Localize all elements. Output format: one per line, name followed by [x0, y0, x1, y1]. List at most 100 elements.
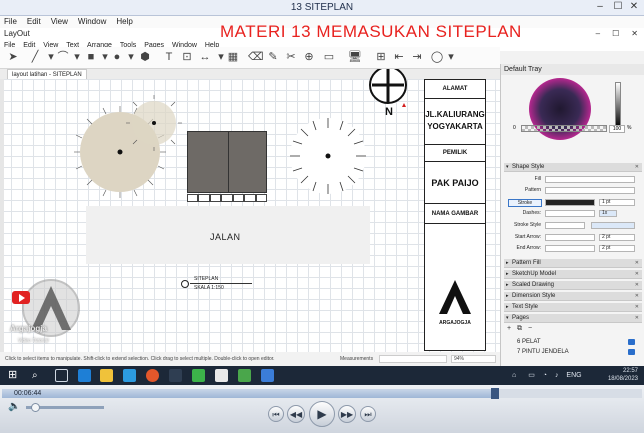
- play-button[interactable]: ▶: [309, 401, 335, 427]
- player-menu-help[interactable]: Help: [116, 16, 132, 28]
- store-icon[interactable]: [123, 369, 136, 382]
- screen-tool-icon[interactable]: 🖥: [348, 50, 362, 64]
- line-tool-icon[interactable]: ╱: [28, 50, 42, 64]
- table-tool-icon[interactable]: ▦: [226, 50, 240, 64]
- measurements-field[interactable]: [379, 355, 447, 363]
- page-item[interactable]: 6 PELAT: [503, 337, 641, 347]
- fast-forward-button[interactable]: ▶▶: [338, 405, 356, 423]
- next-page-icon[interactable]: ⇥: [410, 50, 424, 64]
- app-maximize-icon[interactable]: ☐: [612, 29, 619, 38]
- circle-dropdown-icon[interactable]: ▾: [124, 50, 138, 64]
- language-indicator[interactable]: ENG: [566, 372, 581, 379]
- end-arrow-select[interactable]: [545, 245, 595, 252]
- account-dropdown-icon[interactable]: ▾: [444, 50, 458, 64]
- section-text-style[interactable]: ▸ Text Style ✕: [504, 303, 642, 312]
- erase-tool-icon[interactable]: ⌫: [248, 50, 264, 64]
- opacity-slider[interactable]: [521, 125, 607, 132]
- style-tool-icon[interactable]: ✎: [266, 50, 280, 64]
- seek-handle[interactable]: [490, 388, 499, 399]
- network-icon[interactable]: ⌂: [512, 372, 516, 379]
- circle-tool-icon[interactable]: ●: [110, 50, 124, 64]
- clock[interactable]: 22:57 18/08/2023: [608, 367, 638, 383]
- start-arrow-select[interactable]: [545, 234, 595, 241]
- volume-icon[interactable]: ♪: [555, 372, 559, 379]
- stroke-width-select[interactable]: 1 pt: [599, 199, 635, 206]
- edge-icon[interactable]: [78, 369, 91, 382]
- dashes-select[interactable]: [545, 210, 595, 217]
- zoom-select[interactable]: 94%: [451, 355, 496, 363]
- account-icon[interactable]: ◯: [430, 50, 444, 64]
- page-visibility-icon[interactable]: [628, 339, 635, 345]
- previous-page-icon[interactable]: ⇤: [392, 50, 406, 64]
- select-tool-icon[interactable]: ➤: [6, 50, 20, 64]
- volume-icon[interactable]: 🔈: [8, 401, 20, 412]
- task-view-icon[interactable]: [55, 369, 68, 382]
- brightness-slider[interactable]: [615, 82, 621, 128]
- close-icon[interactable]: ✕: [626, 1, 642, 14]
- text-tool-icon[interactable]: T: [162, 50, 176, 64]
- player-menu-view[interactable]: View: [51, 16, 68, 28]
- camtasia-icon[interactable]: [192, 369, 205, 382]
- player-taskbar-icon[interactable]: [261, 369, 274, 382]
- rectangle-tool-icon[interactable]: ■: [84, 50, 98, 64]
- volume-slider[interactable]: [26, 403, 104, 412]
- dashes-label: Dashes:: [522, 210, 541, 216]
- add-page-icon[interactable]: +: [507, 325, 511, 332]
- seek-bar[interactable]: 00:06:44: [2, 388, 642, 399]
- alamat-label: ALAMAT: [425, 80, 485, 99]
- document-tab[interactable]: layout latihan - SITEPLAN: [7, 69, 87, 79]
- start-arrow-size-select[interactable]: 2 pt: [599, 234, 635, 241]
- end-arrow-label: End Arrow:: [516, 245, 541, 251]
- search-icon[interactable]: ⌕: [32, 369, 45, 382]
- cap-style-buttons[interactable]: [545, 222, 585, 229]
- section-shape-style[interactable]: ▾ Shape Style ✕: [504, 163, 642, 172]
- fill-swatch[interactable]: [545, 176, 635, 183]
- firefox-icon[interactable]: [146, 369, 159, 382]
- player-menu-file[interactable]: File: [4, 16, 17, 28]
- section-dimension-style[interactable]: ▸ Dimension Style ✕: [504, 292, 642, 301]
- minimize-icon[interactable]: –: [592, 1, 608, 14]
- delete-page-icon[interactable]: −: [528, 325, 532, 332]
- dimension-tool-icon[interactable]: ↔: [198, 50, 212, 64]
- stroke-swatch[interactable]: [545, 199, 595, 206]
- app-minimize-icon[interactable]: –: [596, 29, 600, 38]
- add-page-icon[interactable]: ⊞: [374, 50, 388, 64]
- join-style-buttons[interactable]: [591, 222, 635, 229]
- page-visibility-icon[interactable]: [628, 349, 635, 355]
- section-pages[interactable]: ▾ Pages ✕: [504, 314, 642, 323]
- battery-icon[interactable]: ▭: [528, 372, 535, 379]
- layout-icon[interactable]: [215, 369, 228, 382]
- polygon-tool-icon[interactable]: ⬢: [138, 50, 152, 64]
- opacity-input[interactable]: 100: [609, 125, 625, 133]
- player-menu-window[interactable]: Window: [78, 16, 106, 28]
- maximize-icon[interactable]: ☐: [610, 1, 626, 14]
- opacity-row: 0 100 %: [513, 125, 633, 133]
- recorder-icon[interactable]: [238, 369, 251, 382]
- skip-back-button[interactable]: ⏮: [268, 406, 284, 422]
- skip-forward-button[interactable]: ⏭: [360, 406, 376, 422]
- label-tool-icon[interactable]: ⊡: [180, 50, 194, 64]
- app-close-icon[interactable]: ✕: [631, 29, 638, 38]
- pattern-swatch[interactable]: [545, 187, 635, 194]
- rewind-button[interactable]: ◀◀: [287, 405, 305, 423]
- mail-icon[interactable]: [169, 369, 182, 382]
- windows-start-icon[interactable]: ⊞: [8, 369, 21, 382]
- arc-dropdown-icon[interactable]: ▾: [70, 50, 84, 64]
- wifi-icon[interactable]: ◔: [543, 372, 547, 379]
- page-item[interactable]: 7 PINTU JENDELA: [503, 347, 641, 357]
- section-sketchup-model[interactable]: ▸ SketchUp Model ✕: [504, 270, 642, 279]
- section-pattern-fill[interactable]: ▸ Pattern Fill ✕: [504, 259, 642, 268]
- volume-knob[interactable]: [31, 403, 41, 412]
- pattern-row: Pattern: [505, 186, 641, 195]
- dashes-scale-select[interactable]: 1x: [599, 210, 617, 217]
- end-arrow-size-select[interactable]: 2 pt: [599, 245, 635, 252]
- stroke-button[interactable]: Stroke: [508, 199, 542, 207]
- file-explorer-icon[interactable]: [100, 369, 113, 382]
- arc-tool-icon[interactable]: ⌒: [56, 50, 70, 64]
- presentation-icon[interactable]: ▭: [322, 50, 336, 64]
- join-tool-icon[interactable]: ⊕: [302, 50, 316, 64]
- player-menu-edit[interactable]: Edit: [27, 16, 41, 28]
- duplicate-page-icon[interactable]: ⧉: [517, 325, 522, 332]
- split-tool-icon[interactable]: ✂: [284, 50, 298, 64]
- section-scaled-drawing[interactable]: ▸ Scaled Drawing ✕: [504, 281, 642, 290]
